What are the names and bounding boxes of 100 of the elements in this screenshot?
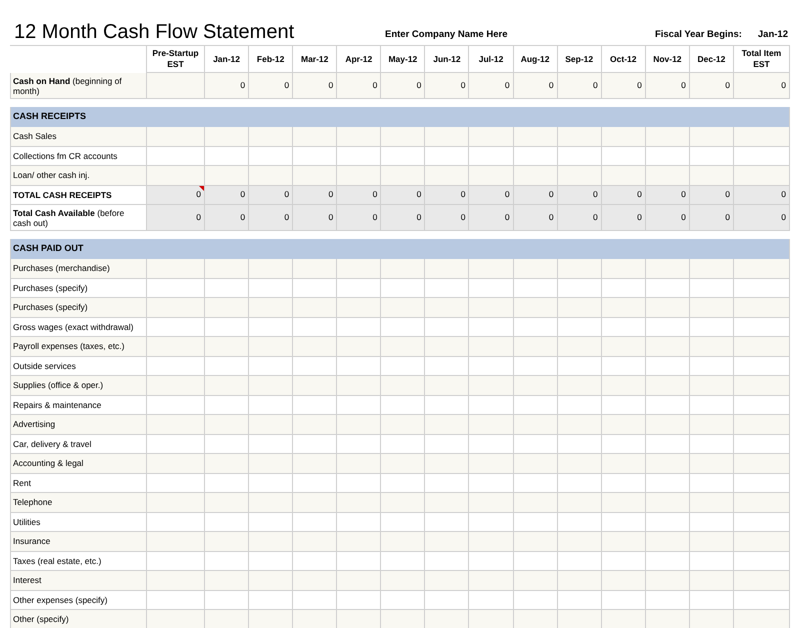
table-cell[interactable]: [514, 127, 558, 146]
table-cell[interactable]: [602, 590, 646, 610]
table-cell[interactable]: [381, 493, 426, 512]
table-cell[interactable]: 0: [646, 73, 690, 99]
table-cell[interactable]: [469, 552, 514, 571]
table-cell[interactable]: [425, 415, 470, 434]
table-cell[interactable]: [514, 396, 558, 415]
table-cell[interactable]: [734, 434, 790, 454]
table-cell[interactable]: [690, 278, 734, 298]
table-cell[interactable]: 0: [381, 73, 426, 99]
table-cell[interactable]: [514, 376, 558, 396]
table-cell[interactable]: [337, 318, 382, 337]
table-cell[interactable]: [646, 337, 690, 356]
table-cell[interactable]: [425, 337, 470, 356]
table-cell[interactable]: [514, 434, 558, 454]
table-cell[interactable]: [690, 474, 734, 493]
table-cell[interactable]: [514, 590, 558, 610]
table-cell[interactable]: [734, 552, 790, 571]
table-cell[interactable]: [147, 610, 205, 628]
table-cell[interactable]: 0: [293, 205, 338, 231]
table-cell[interactable]: [381, 396, 426, 415]
table-cell[interactable]: [205, 278, 250, 298]
table-cell[interactable]: [147, 512, 205, 532]
table-cell[interactable]: [147, 146, 205, 166]
table-cell[interactable]: [646, 590, 690, 610]
table-cell[interactable]: [381, 337, 426, 356]
table-cell[interactable]: [734, 376, 790, 396]
table-cell[interactable]: [337, 278, 382, 298]
table-cell[interactable]: [514, 493, 558, 512]
table-cell[interactable]: [147, 73, 205, 99]
table-cell[interactable]: [558, 278, 602, 298]
table-cell[interactable]: [205, 434, 250, 454]
table-cell[interactable]: [337, 571, 382, 590]
table-cell[interactable]: [558, 376, 602, 396]
table-cell[interactable]: [381, 474, 426, 493]
table-cell[interactable]: [425, 146, 470, 166]
table-cell[interactable]: [734, 318, 790, 337]
table-cell[interactable]: [249, 590, 294, 610]
table-cell[interactable]: [249, 337, 294, 356]
table-cell[interactable]: 0: [469, 186, 514, 205]
table-cell[interactable]: [293, 166, 338, 186]
table-cell[interactable]: [602, 146, 646, 166]
table-cell[interactable]: [249, 454, 294, 474]
table-cell[interactable]: [337, 396, 382, 415]
table-cell[interactable]: [205, 337, 250, 356]
table-cell[interactable]: [646, 610, 690, 628]
table-cell[interactable]: [690, 318, 734, 337]
table-cell[interactable]: [337, 259, 382, 278]
table-cell[interactable]: [558, 298, 602, 318]
table-cell[interactable]: [514, 146, 558, 166]
table-cell[interactable]: 0: [514, 205, 558, 231]
table-cell[interactable]: [425, 356, 470, 376]
table-cell[interactable]: [249, 532, 294, 552]
table-cell[interactable]: [147, 571, 205, 590]
table-cell[interactable]: [425, 474, 470, 493]
table-cell[interactable]: [646, 298, 690, 318]
table-cell[interactable]: [602, 396, 646, 415]
table-cell[interactable]: [690, 454, 734, 474]
table-cell[interactable]: [469, 454, 514, 474]
table-cell[interactable]: [337, 552, 382, 571]
table-cell[interactable]: [469, 278, 514, 298]
table-cell[interactable]: [425, 610, 470, 628]
table-cell[interactable]: [147, 415, 205, 434]
table-cell[interactable]: [558, 552, 602, 571]
table-cell[interactable]: [558, 318, 602, 337]
table-cell[interactable]: [249, 434, 294, 454]
table-cell[interactable]: [337, 590, 382, 610]
table-cell[interactable]: [690, 376, 734, 396]
table-cell[interactable]: [514, 415, 558, 434]
table-cell[interactable]: [293, 552, 338, 571]
table-cell[interactable]: [147, 376, 205, 396]
table-cell[interactable]: [646, 415, 690, 434]
table-cell[interactable]: [514, 610, 558, 628]
table-cell[interactable]: 0: [469, 205, 514, 231]
table-cell[interactable]: [734, 610, 790, 628]
table-cell[interactable]: 0: [381, 205, 426, 231]
table-cell[interactable]: [734, 571, 790, 590]
table-cell[interactable]: [690, 166, 734, 186]
table-cell[interactable]: [734, 415, 790, 434]
table-cell[interactable]: [205, 259, 250, 278]
table-cell[interactable]: [558, 454, 602, 474]
table-cell[interactable]: [646, 532, 690, 552]
table-cell[interactable]: [293, 474, 338, 493]
table-cell[interactable]: [558, 590, 602, 610]
table-cell[interactable]: [469, 474, 514, 493]
table-cell[interactable]: [381, 454, 426, 474]
table-cell[interactable]: [690, 259, 734, 278]
table-cell[interactable]: [337, 146, 382, 166]
table-cell[interactable]: 0: [558, 73, 602, 99]
table-cell[interactable]: [425, 396, 470, 415]
table-cell[interactable]: [514, 259, 558, 278]
table-cell[interactable]: [646, 512, 690, 532]
table-cell[interactable]: [249, 552, 294, 571]
table-cell[interactable]: [690, 415, 734, 434]
table-cell[interactable]: [690, 590, 734, 610]
table-cell[interactable]: [690, 532, 734, 552]
table-cell[interactable]: [293, 571, 338, 590]
table-cell[interactable]: [293, 396, 338, 415]
table-cell[interactable]: 0: [646, 205, 690, 231]
table-cell[interactable]: 0: [205, 73, 250, 99]
